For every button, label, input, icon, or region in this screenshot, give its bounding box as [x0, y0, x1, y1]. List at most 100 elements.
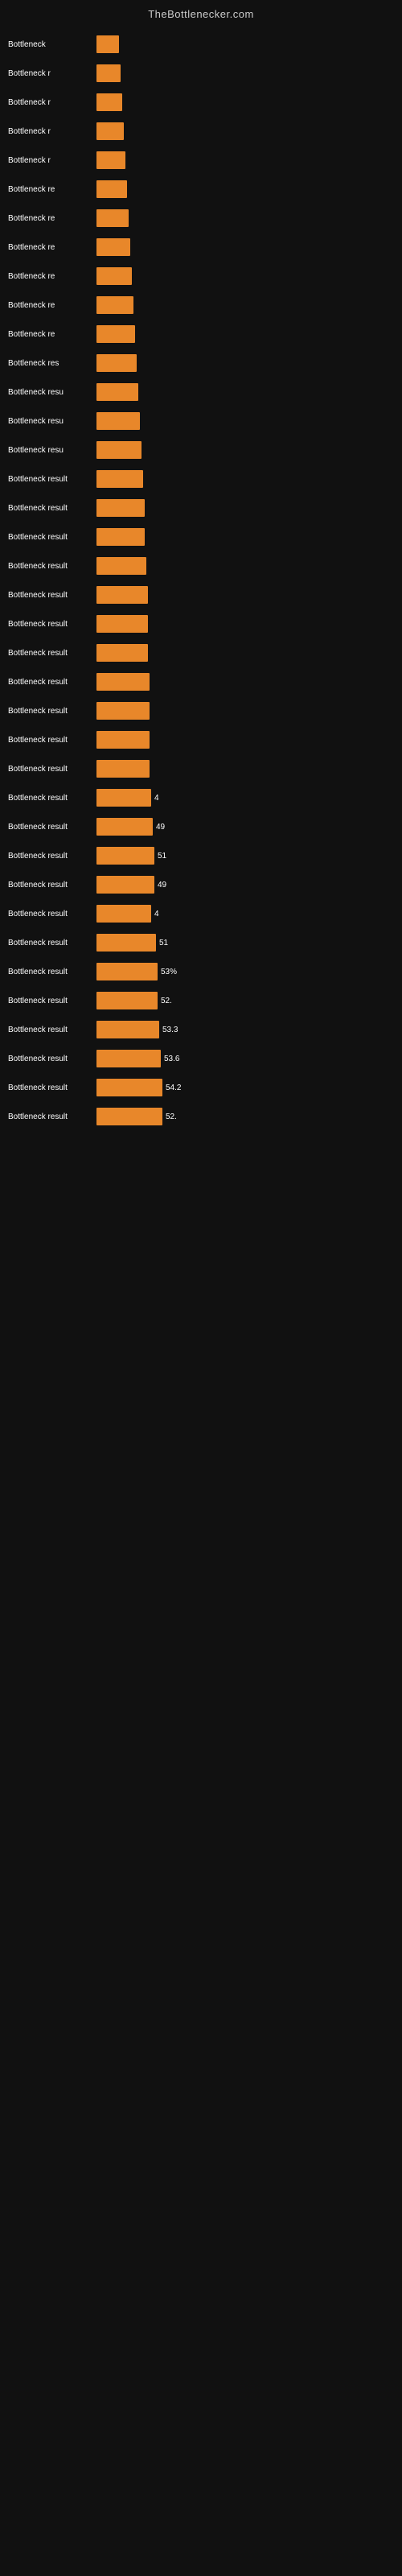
- bar: [96, 325, 135, 343]
- bar-container: [96, 760, 386, 778]
- row-label: Bottleneck result: [8, 1084, 96, 1092]
- chart-row: Bottleneck result: [8, 758, 386, 780]
- bar: [96, 441, 142, 459]
- bar: [96, 760, 150, 778]
- bar-container: [96, 93, 386, 111]
- chart-row: Bottleneck re: [8, 236, 386, 258]
- bar: [96, 992, 158, 1009]
- bar-value: 51: [159, 939, 168, 947]
- row-label: Bottleneck result: [8, 1026, 96, 1034]
- chart-row: Bottleneck re: [8, 323, 386, 345]
- bar: [96, 1108, 162, 1125]
- bar-container: [96, 441, 386, 459]
- chart-row: Bottleneck result: [8, 584, 386, 606]
- bar-value: 4: [154, 794, 159, 803]
- chart-row: Bottleneck result: [8, 555, 386, 577]
- bar: [96, 789, 151, 807]
- row-label: Bottleneck resu: [8, 417, 96, 426]
- bar: [96, 847, 154, 865]
- row-label: Bottleneck re: [8, 214, 96, 223]
- bar-container: 51: [96, 847, 386, 865]
- row-label: Bottleneck r: [8, 127, 96, 136]
- row-label: Bottleneck re: [8, 185, 96, 194]
- chart-row: Bottleneck result: [8, 468, 386, 490]
- row-label: Bottleneck result: [8, 852, 96, 861]
- bar-value: 49: [156, 823, 165, 832]
- row-label: Bottleneck result: [8, 620, 96, 629]
- bar-container: [96, 35, 386, 53]
- chart-row: Bottleneck r: [8, 120, 386, 142]
- row-label: Bottleneck re: [8, 272, 96, 281]
- row-label: Bottleneck resu: [8, 446, 96, 455]
- bar: [96, 702, 150, 720]
- bar: [96, 963, 158, 980]
- bar-container: [96, 673, 386, 691]
- chart-row: Bottleneck re: [8, 294, 386, 316]
- bar-value: 52.: [166, 1113, 177, 1121]
- bar: [96, 354, 137, 372]
- row-label: Bottleneck result: [8, 591, 96, 600]
- bar: [96, 64, 121, 82]
- row-label: Bottleneck result: [8, 475, 96, 484]
- bar-container: [96, 209, 386, 227]
- chart-row: Bottleneck resu: [8, 439, 386, 461]
- bar: [96, 238, 130, 256]
- bar-container: 49: [96, 818, 386, 836]
- bar-container: [96, 296, 386, 314]
- chart-row: Bottleneck result: [8, 613, 386, 635]
- row-label: Bottleneck re: [8, 330, 96, 339]
- chart-row: Bottleneck result 53.3: [8, 1018, 386, 1041]
- chart-row: Bottleneck resu: [8, 381, 386, 403]
- chart-row: Bottleneck re: [8, 178, 386, 200]
- bar-container: [96, 586, 386, 604]
- row-label: Bottleneck result: [8, 823, 96, 832]
- row-label: Bottleneck result: [8, 997, 96, 1005]
- bar: [96, 383, 138, 401]
- bar: [96, 818, 153, 836]
- bar-container: [96, 731, 386, 749]
- row-label: Bottleneck resu: [8, 388, 96, 397]
- bar: [96, 499, 145, 517]
- bar-container: [96, 528, 386, 546]
- row-label: Bottleneck result: [8, 765, 96, 774]
- chart-row: Bottleneck result 49: [8, 815, 386, 838]
- bar: [96, 267, 132, 285]
- chart-row: Bottleneck result: [8, 671, 386, 693]
- bar: [96, 905, 151, 923]
- bar-value: 53.3: [162, 1026, 178, 1034]
- chart-row: Bottleneck result53%: [8, 960, 386, 983]
- bar-container: 49: [96, 876, 386, 894]
- bar: [96, 151, 125, 169]
- bar: [96, 644, 148, 662]
- chart-row: Bottleneck result: [8, 700, 386, 722]
- bar-container: [96, 354, 386, 372]
- bar: [96, 615, 148, 633]
- bar-container: [96, 615, 386, 633]
- bar-container: [96, 557, 386, 575]
- chart-row: Bottleneck result49: [8, 873, 386, 896]
- bar-value: 49: [158, 881, 166, 890]
- row-label: Bottleneck result: [8, 504, 96, 513]
- bar-container: [96, 383, 386, 401]
- chart-row: Bottleneck result53.6: [8, 1047, 386, 1070]
- row-label: Bottleneck result: [8, 794, 96, 803]
- row-label: Bottleneck result: [8, 736, 96, 745]
- bar-container: [96, 470, 386, 488]
- bar-container: [96, 499, 386, 517]
- bar-value: 52.: [161, 997, 172, 1005]
- bar-container: 52.: [96, 992, 386, 1009]
- chart-row: Bottleneck result51: [8, 931, 386, 954]
- bar-container: [96, 412, 386, 430]
- bar: [96, 586, 148, 604]
- site-title: TheBottlenecker.com: [0, 0, 402, 25]
- row-label: Bottleneck re: [8, 243, 96, 252]
- bar: [96, 731, 150, 749]
- chart-row: Bottleneck re: [8, 207, 386, 229]
- bar: [96, 122, 124, 140]
- bar: [96, 1021, 159, 1038]
- bar: [96, 412, 140, 430]
- bar: [96, 528, 145, 546]
- chart-row: Bottleneck result: [8, 642, 386, 664]
- bar: [96, 1079, 162, 1096]
- chart-row: Bottleneck result4: [8, 902, 386, 925]
